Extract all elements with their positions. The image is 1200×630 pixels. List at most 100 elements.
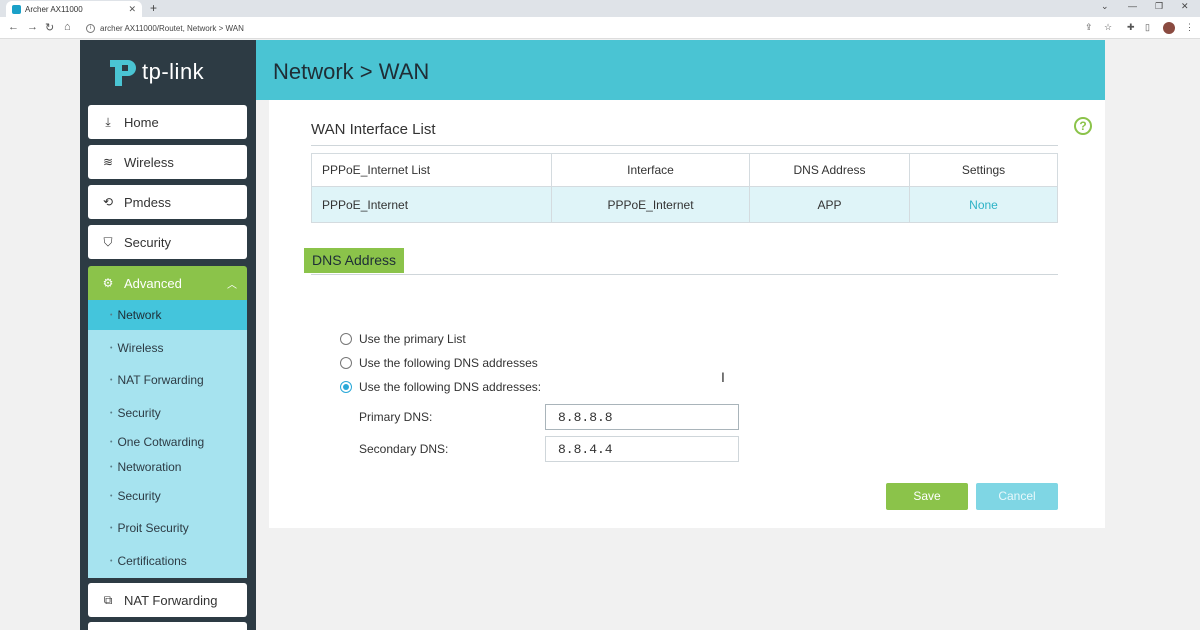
extensions-icon[interactable]: ✚ bbox=[1127, 22, 1135, 33]
advanced-submenu: • Network • Wireless • NAT Forwarding • Secu… bbox=[88, 300, 247, 578]
sub-item-nat-forwarding[interactable]: • NAT Forwarding bbox=[88, 365, 247, 395]
download-icon: ⤓ bbox=[105, 114, 111, 129]
sub-item-label: NAT Forwarding bbox=[117, 373, 204, 387]
bookmark-star-icon[interactable]: ☆ bbox=[1104, 22, 1112, 33]
minimize-icon[interactable]: — bbox=[1128, 1, 1137, 11]
sub-item-label: One Cotwarding bbox=[117, 435, 205, 449]
nav-pmdess-label: Pmdess bbox=[124, 194, 171, 210]
bullet-icon: • bbox=[110, 344, 113, 352]
sub-item-networation[interactable]: • Networation bbox=[88, 452, 247, 482]
logo-text: tp-link bbox=[142, 59, 205, 84]
radio-label: Use the primary List bbox=[359, 332, 466, 346]
chevron-up-icon[interactable]: ︿ bbox=[227, 276, 237, 291]
main-content: ? WAN Interface List PPPoE_Internet List… bbox=[269, 100, 1105, 528]
sub-item-label: Network bbox=[117, 308, 162, 322]
forward-icon[interactable]: → bbox=[27, 21, 38, 33]
sidebar: tp-link ⤓ Home ≋ Wireless ⟲ Pmdess ⛉ Sec… bbox=[80, 40, 256, 630]
tplink-logo[interactable]: tp-link bbox=[102, 52, 242, 92]
dns-section-title: DNS Address bbox=[304, 248, 405, 273]
browser-tab[interactable]: Archer AX11000 ✕ bbox=[6, 1, 142, 17]
bullet-icon: • bbox=[110, 409, 113, 417]
table-header-row: PPPoE_Internet List Interface DNS Addres… bbox=[311, 153, 1058, 187]
tplink-logo-icon bbox=[110, 60, 136, 86]
radio-button[interactable] bbox=[340, 357, 352, 369]
radio-button[interactable] bbox=[340, 333, 352, 345]
table-cell: PPPoE_Internet bbox=[551, 186, 750, 223]
bullet-icon: • bbox=[110, 524, 113, 532]
sub-item-wireless[interactable]: • Wireless bbox=[88, 333, 247, 363]
nav-wireless[interactable]: ≋ Wireless bbox=[88, 145, 247, 179]
close-window-icon[interactable]: ✕ bbox=[1181, 1, 1189, 12]
nav-nat-forwarding[interactable]: ⧉ NAT Forwarding bbox=[88, 583, 247, 617]
gear-icon: ⚙ bbox=[102, 276, 114, 290]
cancel-button[interactable]: Cancel bbox=[976, 483, 1058, 510]
tab-title: Archer AX11000 bbox=[25, 4, 83, 14]
nav-nat-forwarding-label: NAT Forwarding bbox=[124, 592, 218, 608]
nav-advanced-label: Advanced bbox=[124, 275, 182, 291]
divider bbox=[311, 274, 1058, 275]
save-button[interactable]: Save bbox=[886, 483, 968, 510]
secondary-dns-label: Secondary DNS: bbox=[359, 442, 449, 456]
back-icon[interactable]: ← bbox=[8, 21, 19, 33]
sub-item-certifications[interactable]: • Certifications bbox=[88, 546, 247, 576]
settings-link[interactable]: None bbox=[909, 186, 1058, 223]
nav-home[interactable]: ⤓ Home bbox=[88, 105, 247, 139]
sub-item-security[interactable]: • Security bbox=[88, 398, 247, 428]
sub-item-network[interactable]: • Network bbox=[88, 300, 247, 330]
browser-tabstrip: Archer AX11000 ✕ + ⌄ — ❐ ✕ bbox=[0, 0, 1200, 17]
sub-item-label: Certifications bbox=[117, 554, 187, 568]
nav-advanced[interactable]: ⚙ Advanced ︿ bbox=[88, 266, 247, 300]
profile-avatar[interactable] bbox=[1163, 22, 1175, 34]
bullet-icon: • bbox=[110, 311, 113, 319]
primary-dns-input[interactable] bbox=[545, 404, 739, 430]
link-icon: ⟲ bbox=[102, 195, 114, 209]
side-panel-icon[interactable]: ▯ bbox=[1145, 22, 1150, 33]
new-tab-button[interactable]: + bbox=[150, 1, 157, 15]
table-cell: PPPoE_Internet bbox=[311, 186, 552, 223]
primary-dns-label: Primary DNS: bbox=[359, 410, 433, 424]
close-tab-icon[interactable]: ✕ bbox=[128, 4, 136, 15]
column-header: Settings bbox=[909, 153, 1058, 187]
text-cursor-icon: I bbox=[721, 369, 725, 385]
dns-option-primary-list[interactable]: Use the primary List bbox=[340, 332, 466, 346]
wan-interface-table: PPPoE_Internet List Interface DNS Addres… bbox=[311, 153, 1058, 223]
restore-icon[interactable]: ❐ bbox=[1155, 1, 1163, 12]
sub-item-proit-security[interactable]: • Proit Security bbox=[88, 513, 247, 543]
bullet-icon: • bbox=[110, 376, 113, 384]
tplink-favicon-icon bbox=[12, 4, 21, 14]
address-bar[interactable]: i archer AX11000/Routet, Network > WAN bbox=[86, 20, 1086, 36]
menu-kebab-icon[interactable]: ⋮ bbox=[1185, 22, 1194, 33]
radio-button-selected[interactable] bbox=[340, 381, 352, 393]
sub-item-security-2[interactable]: • Security bbox=[88, 481, 247, 511]
dns-option-following[interactable]: Use the following DNS addresses bbox=[340, 356, 538, 370]
page-header: Network > WAN bbox=[256, 40, 1105, 100]
tab-search-icon[interactable]: ⌄ bbox=[1101, 1, 1109, 12]
sub-item-label: Wireless bbox=[117, 341, 164, 355]
sub-item-label: Security bbox=[117, 489, 161, 503]
reload-icon[interactable]: ↻ bbox=[45, 21, 54, 34]
table-row[interactable]: PPPoE_Internet PPPoE_Internet APP None bbox=[311, 186, 1058, 223]
address-text: archer AX11000/Routet, Network > WAN bbox=[100, 23, 244, 33]
bullet-icon: • bbox=[110, 492, 113, 500]
table-cell: APP bbox=[749, 186, 910, 223]
share-icon[interactable]: ⇪ bbox=[1085, 22, 1093, 33]
site-info-icon[interactable]: i bbox=[86, 23, 95, 33]
divider bbox=[311, 145, 1058, 146]
bullet-icon: • bbox=[110, 438, 113, 446]
nav-security[interactable]: ⛉ Security bbox=[88, 225, 247, 259]
nav-next-item[interactable] bbox=[88, 622, 247, 630]
help-icon[interactable]: ? bbox=[1074, 117, 1092, 135]
wifi-icon: ≋ bbox=[102, 155, 114, 169]
sub-item-label: Proit Security bbox=[117, 521, 189, 535]
nav-pmdess[interactable]: ⟲ Pmdess bbox=[88, 185, 247, 219]
sub-item-label: Networation bbox=[117, 460, 182, 474]
nav-wireless-label: Wireless bbox=[124, 154, 174, 170]
radio-label: Use the following DNS addresses bbox=[359, 356, 538, 370]
browser-toolbar: ← → ↻ ⌂ i archer AX11000/Routet, Network… bbox=[0, 17, 1200, 39]
dns-option-following-selected[interactable]: Use the following DNS addresses: bbox=[340, 380, 541, 394]
bullet-icon: • bbox=[110, 463, 113, 471]
secondary-dns-input[interactable] bbox=[545, 436, 739, 462]
nav-home-label: Home bbox=[124, 114, 159, 130]
home-icon[interactable]: ⌂ bbox=[64, 21, 71, 33]
page-title: Network > WAN bbox=[273, 59, 430, 84]
